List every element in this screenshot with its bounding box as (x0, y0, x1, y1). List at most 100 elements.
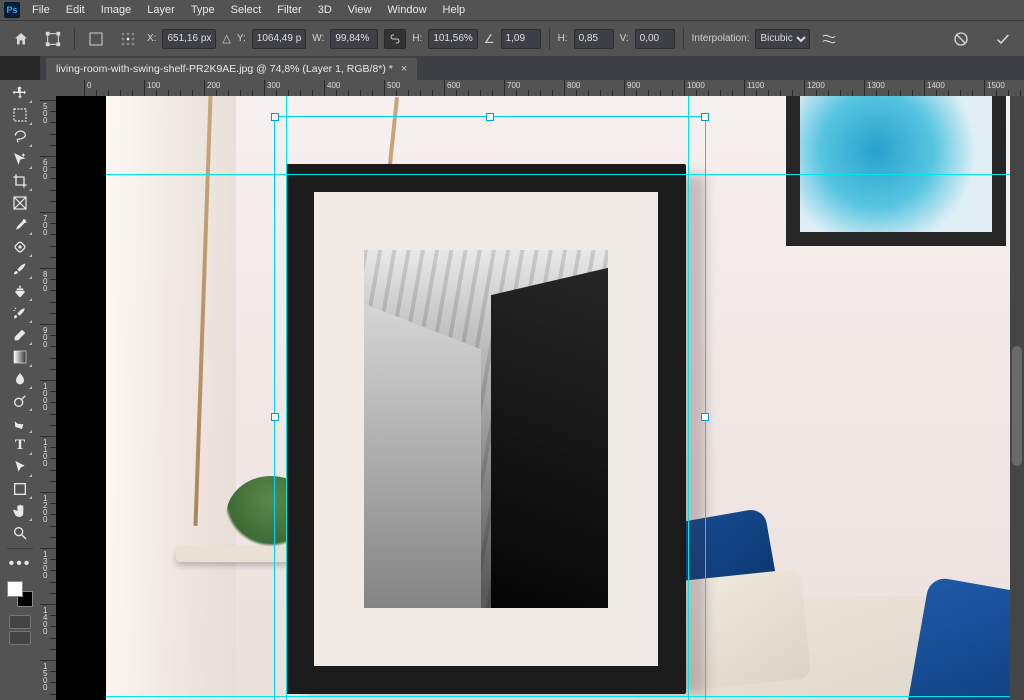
toolbar-header (0, 56, 40, 80)
ruler-area: 0100200300400500600700800900100011001200… (40, 80, 1024, 700)
ruler-tick: 300 (264, 80, 265, 96)
menu-view[interactable]: View (340, 1, 380, 19)
warp-mode-icon[interactable] (816, 26, 842, 52)
menu-layer[interactable]: Layer (139, 1, 183, 19)
menu-type[interactable]: Type (183, 1, 223, 19)
ruler-tick: 600 (444, 80, 445, 96)
ruler-tick: 1200 (804, 80, 805, 96)
reference-grid-icon[interactable] (115, 26, 141, 52)
skew-h-label: H: (558, 33, 568, 44)
ruler-tick: 1100 (744, 80, 745, 96)
menu-filter[interactable]: Filter (269, 1, 309, 19)
free-transform-box[interactable] (274, 116, 706, 700)
transform-handle[interactable] (271, 113, 279, 121)
skew-v-input[interactable]: 0,00 (635, 29, 675, 49)
tool-gradient[interactable] (7, 346, 33, 368)
tool-pen[interactable] (7, 412, 33, 434)
transform-handle[interactable] (271, 413, 279, 421)
skew-v-label: V: (620, 33, 629, 44)
tool-clone[interactable] (7, 280, 33, 302)
tool-divider (7, 548, 33, 549)
ruler-tick: 1500 (984, 80, 985, 96)
ruler-tick: 1000 (684, 80, 685, 96)
tool-dodge[interactable] (7, 390, 33, 412)
skew-h-input[interactable]: 0,85 (574, 29, 614, 49)
tool-brush[interactable] (7, 258, 33, 280)
delta-icon[interactable]: △ (222, 32, 230, 45)
ruler-tick: 900 (624, 80, 625, 96)
tool-zoom[interactable] (7, 522, 33, 544)
menu-edit[interactable]: Edit (58, 1, 93, 19)
ruler-tick: 1300 (864, 80, 865, 96)
w-input[interactable]: 99,84% (330, 29, 378, 49)
ruler-tick: 1500 (40, 660, 56, 661)
tool-crop[interactable] (7, 170, 33, 192)
h-input[interactable]: 101,56% (428, 29, 477, 49)
menu-window[interactable]: Window (379, 1, 434, 19)
tool-marquee[interactable] (7, 104, 33, 126)
h-label: H: (412, 33, 422, 44)
document-tab-title: living-room-with-swing-shelf-PR2K9AE.jpg… (56, 63, 393, 75)
tool-lasso[interactable] (7, 126, 33, 148)
tool-hand[interactable] (7, 500, 33, 522)
tool-edit-toolbar[interactable]: ••• (7, 553, 33, 575)
transform-handle[interactable] (486, 113, 494, 121)
ruler-tick: 1000 (40, 380, 56, 381)
x-input[interactable]: 651,16 px (162, 29, 216, 49)
angle-input[interactable]: 1,09 (501, 29, 541, 49)
menu-select[interactable]: Select (223, 1, 270, 19)
canvas-viewport[interactable] (56, 96, 1024, 700)
tool-path-select[interactable] (7, 456, 33, 478)
tool-blur[interactable] (7, 368, 33, 390)
menu-image[interactable]: Image (93, 1, 140, 19)
cancel-transform-icon[interactable] (948, 26, 974, 52)
tool-frame[interactable] (7, 192, 33, 214)
ruler-tick: 200 (204, 80, 205, 96)
x-label: X: (147, 33, 156, 44)
vertical-scrollbar[interactable] (1010, 96, 1024, 700)
tool-eraser[interactable] (7, 324, 33, 346)
home-icon[interactable] (8, 26, 34, 52)
close-tab-icon[interactable]: × (401, 63, 407, 75)
document-canvas[interactable] (106, 96, 1024, 700)
ruler-tick: 1400 (924, 80, 925, 96)
document-tab[interactable]: living-room-with-swing-shelf-PR2K9AE.jpg… (46, 58, 417, 80)
aspect-lock-icon[interactable] (384, 29, 406, 49)
options-bar: X: 651,16 px △ Y: 1064,49 p W: 99,84% H:… (0, 20, 1024, 56)
tool-history-brush[interactable] (7, 302, 33, 324)
ruler-tick: 600 (40, 156, 56, 157)
foreground-color-swatch[interactable] (7, 581, 23, 597)
w-label: W: (312, 33, 324, 44)
color-swatches[interactable] (7, 581, 33, 607)
ruler-tick: 500 (384, 80, 385, 96)
reference-point-icon[interactable] (83, 26, 109, 52)
y-input[interactable]: 1064,49 p (252, 29, 307, 49)
transform-handle[interactable] (701, 413, 709, 421)
tool-healing[interactable] (7, 236, 33, 258)
tool-move[interactable] (7, 82, 33, 104)
tool-shape[interactable] (7, 478, 33, 500)
ruler-tick: 0 (84, 80, 85, 96)
y-label: Y: (237, 33, 246, 44)
vertical-ruler[interactable]: 500600700800900100011001200130014001500 (40, 96, 56, 700)
horizontal-ruler[interactable]: 0100200300400500600700800900100011001200… (56, 80, 1024, 96)
ruler-tick: 400 (324, 80, 325, 96)
work-area: T ••• 0100200300400500600700800900100011… (0, 80, 1024, 700)
transform-tool-icon[interactable] (40, 26, 66, 52)
menu-bar: Ps File Edit Image Layer Type Select Fil… (0, 0, 1024, 20)
interpolation-label: Interpolation: (692, 33, 750, 44)
commit-transform-icon[interactable] (990, 26, 1016, 52)
tool-quick-select[interactable] (7, 148, 33, 170)
menu-help[interactable]: Help (435, 1, 474, 19)
scrollbar-thumb[interactable] (1012, 346, 1022, 466)
menu-3d[interactable]: 3D (310, 1, 340, 19)
tool-type[interactable]: T (7, 434, 33, 456)
quick-mask-icon[interactable] (9, 615, 31, 629)
ruler-tick: 1400 (40, 604, 56, 605)
transform-handle[interactable] (701, 113, 709, 121)
menu-file[interactable]: File (24, 1, 58, 19)
tool-eyedropper[interactable] (7, 214, 33, 236)
interpolation-select[interactable]: Bicubic (755, 29, 810, 49)
ruler-tick: 1100 (40, 436, 56, 437)
screen-mode-icon[interactable] (9, 631, 31, 645)
